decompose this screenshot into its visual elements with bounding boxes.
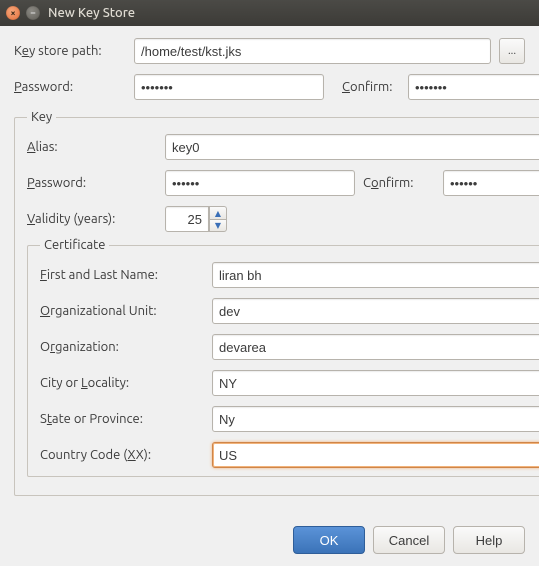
key-confirm-label: Confirm: bbox=[363, 176, 435, 190]
country-code-label: Country Code (XX): bbox=[40, 448, 200, 462]
first-name-label: First and Last Name: bbox=[40, 268, 200, 282]
state-input[interactable] bbox=[212, 406, 539, 432]
keystore-password-label: Password: bbox=[14, 80, 126, 94]
row-keystore-password: Password: Confirm: bbox=[14, 74, 525, 100]
key-legend: Key bbox=[27, 110, 56, 124]
key-password-input[interactable] bbox=[165, 170, 355, 196]
window-buttons: × – bbox=[6, 6, 40, 20]
ellipsis-icon: ... bbox=[508, 45, 516, 57]
spinner-up-icon[interactable]: ▲ bbox=[209, 206, 227, 219]
dialog-content: Key store path: ... Password: Confirm: K… bbox=[0, 26, 539, 518]
organization-input[interactable] bbox=[212, 334, 539, 360]
country-code-input[interactable] bbox=[212, 442, 539, 468]
alias-label: Alias: bbox=[27, 140, 157, 154]
spinner-down-icon[interactable]: ▼ bbox=[209, 219, 227, 232]
window-title: New Key Store bbox=[48, 6, 135, 20]
state-label: State or Province: bbox=[40, 412, 200, 426]
org-unit-label: Organizational Unit: bbox=[40, 304, 200, 318]
row-keystore-path: Key store path: ... bbox=[14, 38, 525, 64]
validity-spinner[interactable]: ▲ ▼ bbox=[165, 206, 233, 232]
ok-button[interactable]: OK bbox=[293, 526, 365, 554]
city-input[interactable] bbox=[212, 370, 539, 396]
certificate-legend: Certificate bbox=[40, 238, 109, 252]
keystore-confirm-input[interactable] bbox=[408, 74, 539, 100]
close-icon[interactable]: × bbox=[6, 6, 20, 20]
validity-input[interactable] bbox=[165, 206, 209, 232]
certificate-fieldset: Certificate First and Last Name: Organiz… bbox=[27, 238, 539, 477]
keystore-confirm-label: Confirm: bbox=[342, 80, 400, 94]
help-button[interactable]: Help bbox=[453, 526, 525, 554]
key-password-label: Password: bbox=[27, 176, 157, 190]
validity-label: Validity (years): bbox=[27, 212, 157, 226]
keystore-password-input[interactable] bbox=[134, 74, 324, 100]
browse-button[interactable]: ... bbox=[499, 38, 525, 64]
org-unit-input[interactable] bbox=[212, 298, 539, 324]
first-name-input[interactable] bbox=[212, 262, 539, 288]
keystore-path-label: Key store path: bbox=[14, 44, 126, 58]
alias-input[interactable] bbox=[165, 134, 539, 160]
dialog-footer: OK Cancel Help bbox=[0, 518, 539, 566]
titlebar: × – New Key Store bbox=[0, 0, 539, 26]
key-fieldset: Key Alias: Password: Confirm: Validity (… bbox=[14, 110, 539, 496]
organization-label: Organization: bbox=[40, 340, 200, 354]
keystore-path-input[interactable] bbox=[134, 38, 491, 64]
cancel-button[interactable]: Cancel bbox=[373, 526, 445, 554]
key-confirm-input[interactable] bbox=[443, 170, 539, 196]
city-label: City or Locality: bbox=[40, 376, 200, 390]
minimize-icon[interactable]: – bbox=[26, 6, 40, 20]
